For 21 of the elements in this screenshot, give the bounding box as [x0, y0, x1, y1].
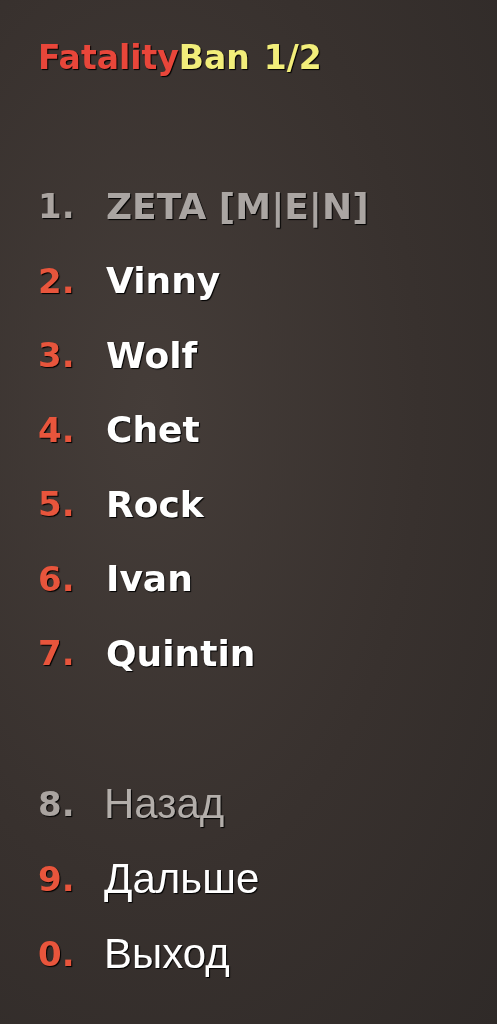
option-number: 3.	[38, 335, 76, 376]
option-number: 9.	[38, 859, 76, 899]
menu-title: Fatality	[38, 38, 179, 77]
player-option[interactable]: Quintin	[106, 632, 256, 674]
option-number: 4.	[38, 409, 76, 450]
option-number: 1.	[38, 186, 76, 227]
player-option[interactable]: Vinny	[106, 260, 221, 302]
option-number: 0.	[38, 934, 76, 974]
menu-title: Ban	[178, 38, 250, 77]
menu-option[interactable]: Выход	[104, 930, 230, 978]
option-number: 8.	[38, 784, 76, 824]
option-number: 2.	[38, 260, 76, 301]
menu-option[interactable]: Дальше	[104, 855, 260, 903]
option-number: 6.	[38, 558, 76, 599]
option-number: 7.	[38, 633, 76, 674]
player-option[interactable]: Chet	[106, 409, 200, 451]
option-number: 5.	[38, 484, 76, 525]
player-option[interactable]: Rock	[106, 483, 204, 525]
page-indicator: 1/2	[263, 38, 322, 77]
player-option[interactable]: Wolf	[106, 334, 198, 376]
player-option[interactable]: Ivan	[106, 558, 193, 600]
